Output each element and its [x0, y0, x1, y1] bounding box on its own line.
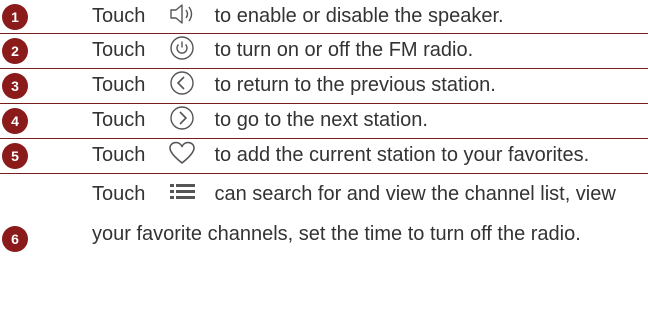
- touch-label: Touch: [92, 5, 146, 27]
- touch-label: Touch: [92, 39, 146, 61]
- step-badge-5: 5: [2, 143, 28, 169]
- touch-label: Touch: [92, 109, 146, 131]
- row-text: Touch to add the current station to your…: [92, 139, 589, 172]
- step-badge-3: 3: [2, 73, 28, 99]
- table-row: 1 Touch to enable or disable the speaker…: [0, 0, 648, 34]
- touch-label: Touch: [92, 74, 146, 96]
- next-icon: [167, 105, 197, 131]
- row-text: Touch to enable or disable the speaker.: [92, 0, 504, 33]
- table-row: 3 Touch to return to the previous statio…: [0, 69, 648, 104]
- row-description-line2: your favorite channels, set the time to …: [92, 223, 581, 245]
- row-description: to enable or disable the speaker.: [214, 5, 504, 27]
- table-row: 4 Touch to go to the next station.: [0, 104, 648, 139]
- speaker-icon: [167, 1, 197, 27]
- row-description: can search for and view the channel list…: [214, 183, 616, 205]
- step-badge-4: 4: [2, 108, 28, 134]
- touch-label: Touch: [92, 183, 146, 205]
- step-badge-2: 2: [2, 38, 28, 64]
- table-row: 5 Touch to add the current station to yo…: [0, 139, 648, 174]
- row-text: Touch to turn on or off the FM radio.: [92, 34, 473, 67]
- row-description: to turn on or off the FM radio.: [214, 39, 474, 61]
- row-text: Touch to return to the previous station.: [92, 69, 496, 102]
- row-description: to add the current station to your favor…: [214, 144, 590, 166]
- row-text: Touch to go to the next station.: [92, 104, 428, 137]
- list-icon: [167, 179, 197, 205]
- previous-icon: [167, 70, 197, 96]
- feature-table: 1 Touch to enable or disable the speaker…: [0, 0, 648, 309]
- power-icon: [167, 35, 197, 61]
- step-badge-6: 6: [2, 226, 28, 252]
- row-text-continued: your favorite channels, set the time to …: [92, 214, 581, 254]
- row-description: to return to the previous station.: [214, 74, 496, 96]
- table-row: 6 Touch can search for and view the chan…: [0, 174, 648, 309]
- touch-label: Touch: [92, 144, 146, 166]
- heart-icon: [167, 140, 197, 166]
- row-text: Touch can search for and view the channe…: [92, 174, 616, 214]
- step-badge-1: 1: [2, 4, 28, 30]
- table-row: 2 Touch to turn on or off the FM radio.: [0, 34, 648, 69]
- row-description: to go to the next station.: [214, 109, 428, 131]
